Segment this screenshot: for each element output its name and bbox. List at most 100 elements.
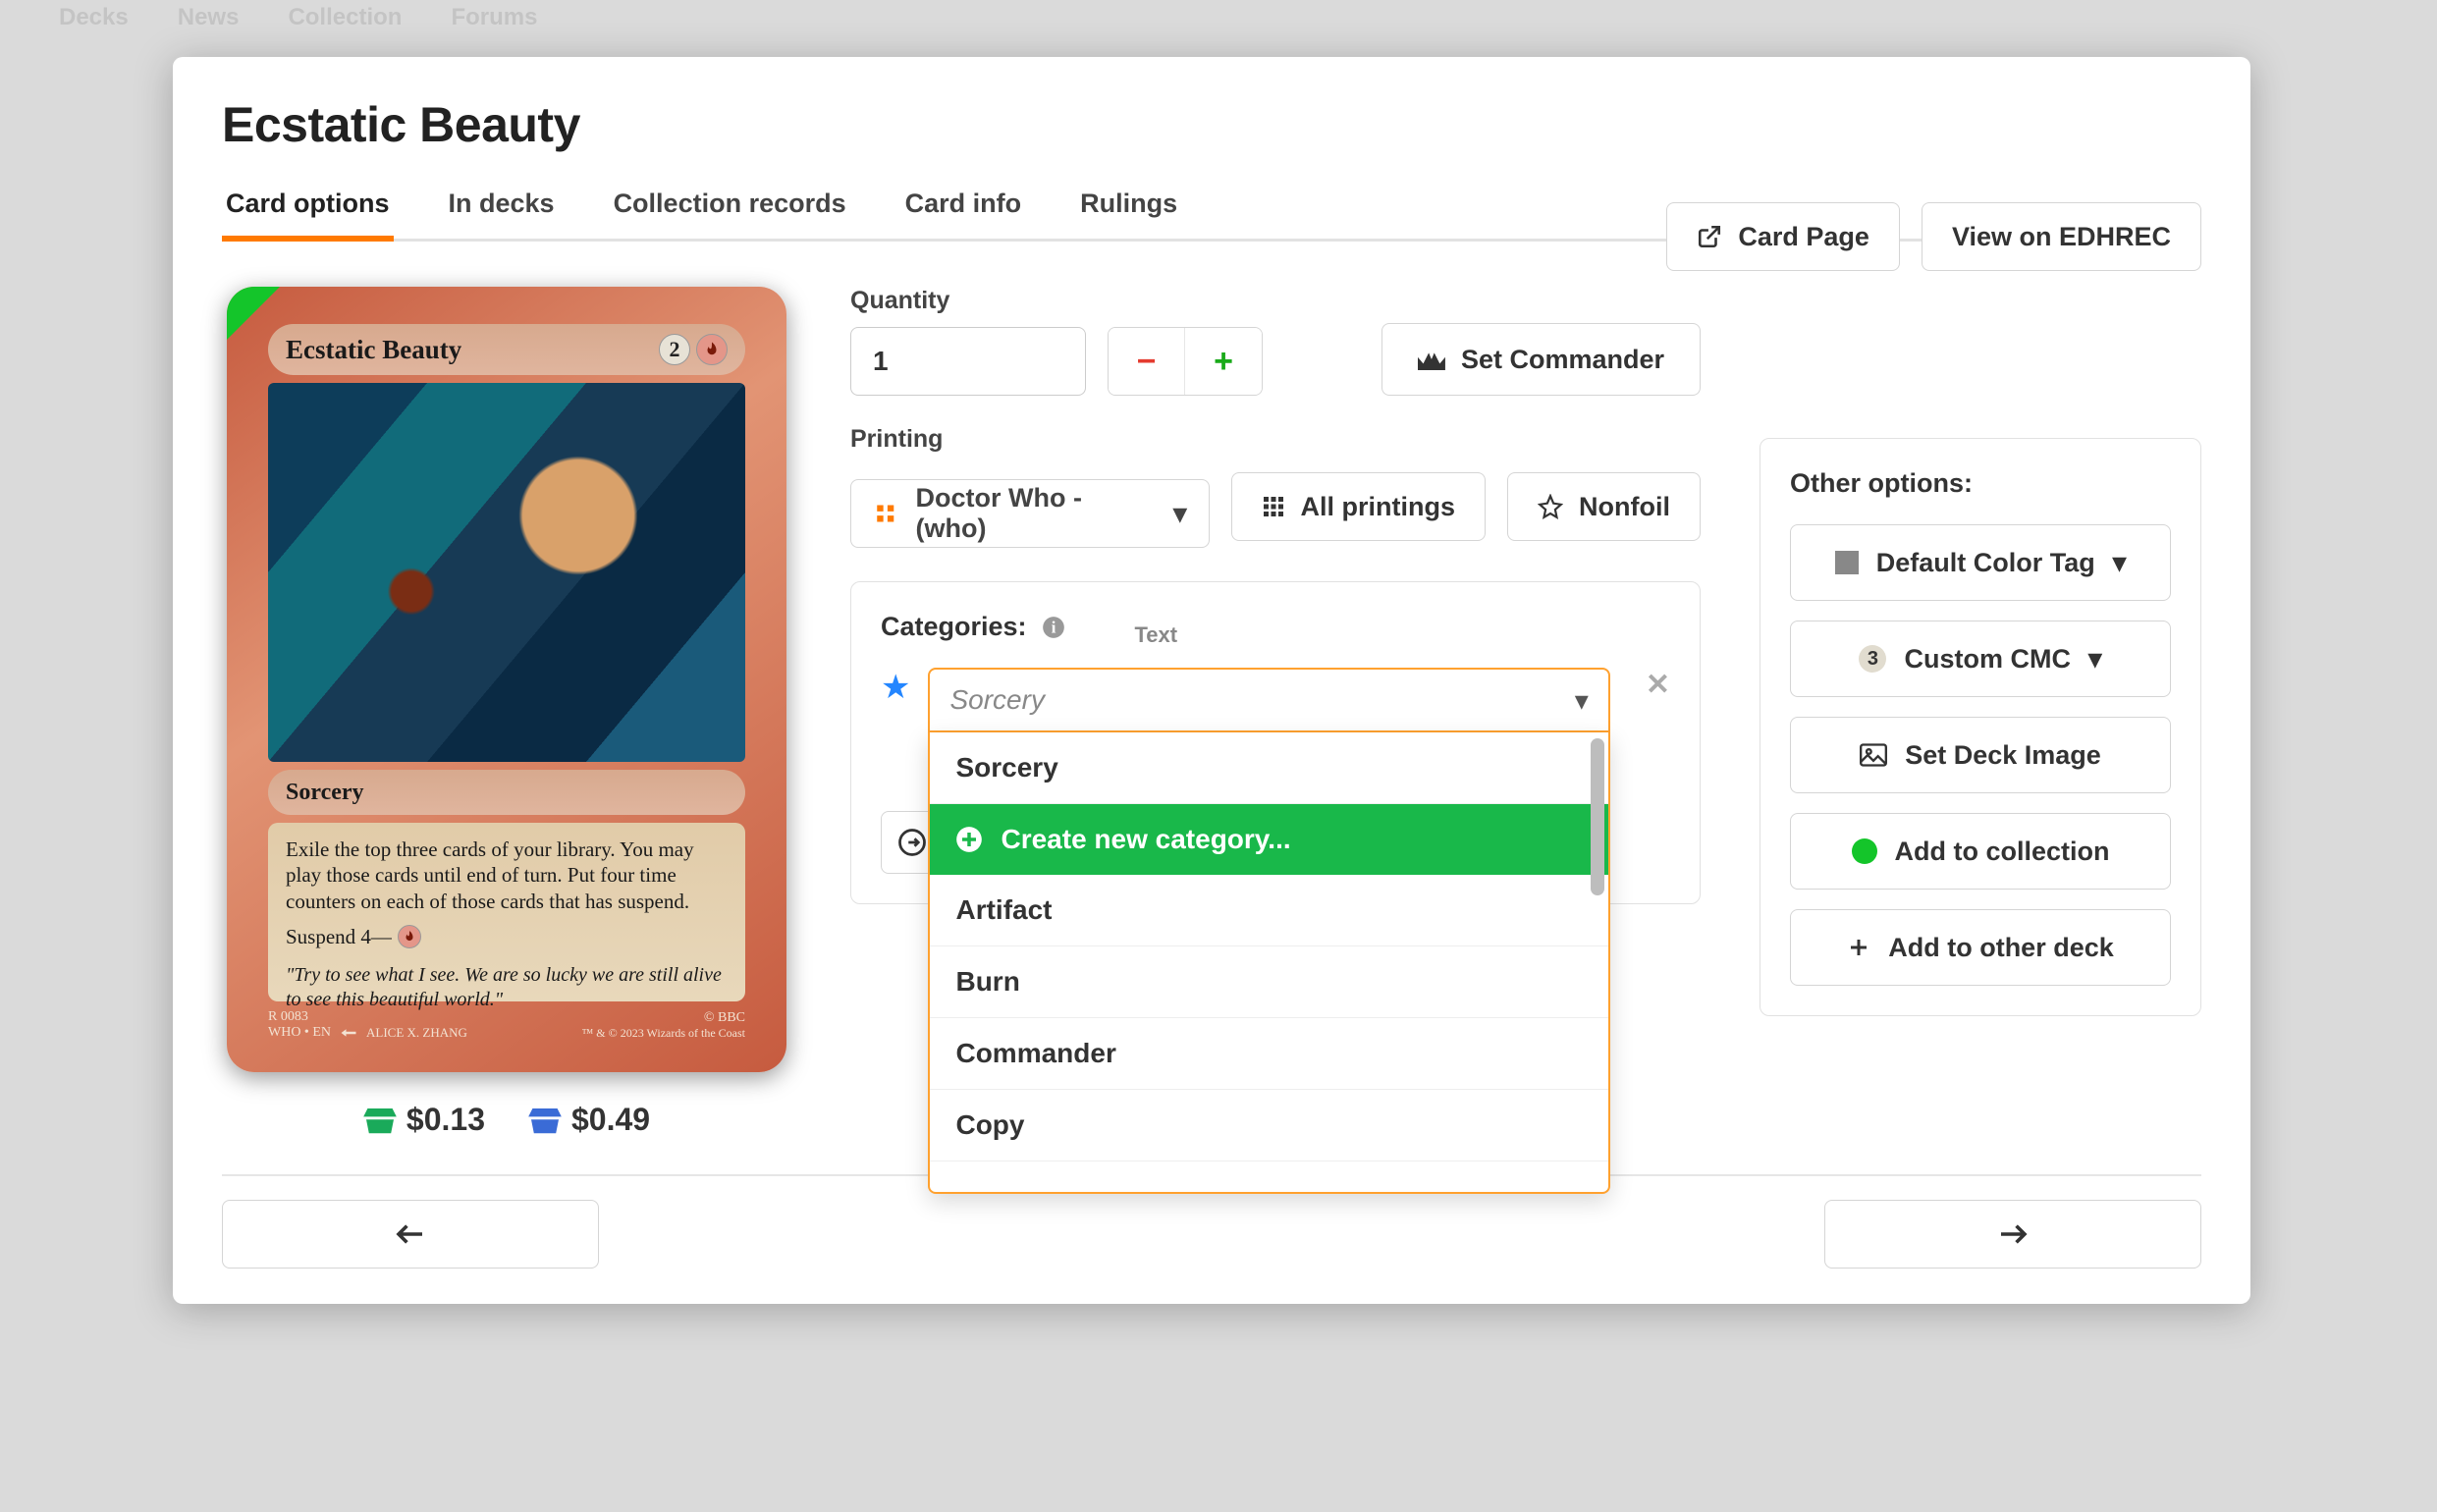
- card-name: Ecstatic Beauty: [286, 335, 461, 365]
- store-icon: [528, 1108, 562, 1136]
- custom-cmc-label: Custom CMC: [1904, 644, 2071, 675]
- price-mid[interactable]: $0.49: [528, 1102, 650, 1138]
- foil-label: Nonfoil: [1579, 492, 1670, 522]
- tab-card-options[interactable]: Card options: [222, 189, 394, 239]
- other-options-heading: Other options:: [1790, 468, 2171, 499]
- right-column: Other options: Default Color Tag ▾ 3 Cus…: [1760, 287, 2201, 1304]
- custom-cmc-button[interactable]: 3 Custom CMC ▾: [1790, 621, 2171, 697]
- dropdown-item-create-new[interactable]: Create new category...: [930, 804, 1607, 875]
- info-icon[interactable]: i: [1041, 615, 1066, 640]
- artist-name: ALICE X. ZHANG: [366, 1025, 467, 1041]
- all-printings-button[interactable]: All printings: [1231, 472, 1487, 541]
- color-tag-label: Default Color Tag: [1876, 548, 2095, 578]
- quantity-minus-button[interactable]: −: [1109, 328, 1185, 395]
- color-tag-button[interactable]: Default Color Tag ▾: [1790, 524, 2171, 601]
- other-options-panel: Other options: Default Color Tag ▾ 3 Cus…: [1760, 438, 2201, 1016]
- categories-heading: Categories: i: [881, 612, 1670, 642]
- next-card-button[interactable]: [1824, 1200, 2201, 1269]
- card-preview-column: Ecstatic Beauty 2 Sorcery Exile the top …: [222, 287, 791, 1304]
- collector-number: R 0083: [268, 1009, 467, 1025]
- set-deck-image-button[interactable]: Set Deck Image: [1790, 717, 2171, 793]
- category-input[interactable]: Sorcery ▾: [928, 668, 1609, 732]
- page-title: Ecstatic Beauty: [222, 96, 2201, 153]
- set-commander-button[interactable]: Set Commander: [1381, 323, 1701, 396]
- tab-card-info[interactable]: Card info: [901, 189, 1026, 239]
- arrow-left-icon: [396, 1222, 425, 1246]
- header-actions: Card Page View on EDHREC: [1666, 202, 2201, 271]
- card-title-bar: Ecstatic Beauty 2: [268, 324, 745, 375]
- svg-text:i: i: [1051, 618, 1056, 636]
- copyright-wotc: ™ & © 2023 Wizards of the Coast: [582, 1026, 745, 1041]
- tab-rulings[interactable]: Rulings: [1076, 189, 1181, 239]
- price-low[interactable]: $0.13: [363, 1102, 485, 1138]
- remove-category-button[interactable]: ✕: [1646, 668, 1670, 702]
- tab-in-decks[interactable]: In decks: [445, 189, 559, 239]
- dropdown-hint: Text: [1134, 622, 1177, 648]
- quantity-input[interactable]: [850, 327, 1086, 396]
- set-symbol-icon: [873, 501, 898, 526]
- add-to-other-deck-button[interactable]: Add to other deck: [1790, 909, 2171, 986]
- arrow-right-icon: [1998, 1222, 2028, 1246]
- edhrec-button[interactable]: View on EDHREC: [1922, 202, 2201, 271]
- color-swatch-icon: [1835, 551, 1859, 574]
- add-to-collection-button[interactable]: Add to collection: [1790, 813, 2171, 890]
- prev-card-button[interactable]: [222, 1200, 599, 1269]
- card-text-box: Exile the top three cards of your librar…: [268, 823, 745, 1001]
- plus-icon: [1847, 936, 1870, 959]
- center-column: Quantity − + Set Commander Printing: [850, 287, 1701, 1304]
- category-dropdown: Sorcery Create new category... Artifact …: [928, 732, 1609, 1194]
- price-row: $0.13 $0.49: [363, 1102, 650, 1138]
- image-icon: [1860, 743, 1887, 767]
- card-page-label: Card Page: [1738, 222, 1869, 252]
- other-deck-label: Add to other deck: [1888, 933, 2114, 963]
- cmc-badge: 3: [1859, 645, 1886, 673]
- all-printings-label: All printings: [1301, 492, 1456, 522]
- dropdown-item-burn[interactable]: Burn: [930, 946, 1607, 1018]
- chevron-down-icon: ▾: [1173, 499, 1187, 529]
- quantity-plus-button[interactable]: +: [1185, 328, 1262, 395]
- category-combobox: Text Sorcery ▾ Sorcery Create new catego…: [928, 668, 1609, 732]
- modal-header: Ecstatic Beauty Card options In decks Co…: [173, 57, 2250, 242]
- set-lang: WHO • EN: [268, 1025, 331, 1041]
- chevron-down-icon: ▾: [2088, 644, 2102, 675]
- crown-icon: [1418, 349, 1445, 370]
- quantity-stepper: − +: [1108, 327, 1263, 396]
- dropdown-item-sorcery[interactable]: Sorcery: [930, 732, 1607, 804]
- card-rules-text: Exile the top three cards of your librar…: [286, 837, 728, 914]
- modal-pagination: [222, 1200, 2201, 1269]
- mana-cost: 2: [659, 334, 728, 365]
- edhrec-label: View on EDHREC: [1952, 222, 2171, 252]
- dropdown-scrollbar[interactable]: [1591, 738, 1604, 895]
- deck-image-label: Set Deck Image: [1905, 740, 2101, 771]
- dropdown-item-copy[interactable]: Copy: [930, 1090, 1607, 1161]
- foil-toggle-button[interactable]: Nonfoil: [1507, 472, 1701, 541]
- grid-icon: [1262, 495, 1285, 518]
- store-icon: [363, 1108, 397, 1136]
- card-face: Ecstatic Beauty 2 Sorcery Exile the top …: [241, 300, 773, 1058]
- printing-select[interactable]: Doctor Who - (who) ▾: [850, 479, 1210, 548]
- category-placeholder: Sorcery: [949, 684, 1044, 716]
- modal-body: Ecstatic Beauty 2 Sorcery Exile the top …: [173, 242, 2250, 1304]
- dropdown-item-artifact[interactable]: Artifact: [930, 875, 1607, 946]
- quantity-label: Quantity: [850, 287, 1263, 315]
- brush-icon: [341, 1028, 356, 1038]
- printing-label: Printing: [850, 425, 1701, 454]
- category-row: ★ Text Sorcery ▾ Sorcery Create n: [881, 668, 1670, 732]
- dropdown-item-commander[interactable]: Commander: [930, 1018, 1607, 1090]
- tab-collection-records[interactable]: Collection records: [610, 189, 850, 239]
- card-art: [268, 383, 745, 762]
- star-outline-icon: [1538, 494, 1563, 519]
- card-collector-line: R 0083 WHO • EN ALICE X. ZHANG © BBC ™ &…: [268, 1005, 745, 1045]
- mana-red-icon: [696, 334, 728, 365]
- mana-generic: 2: [659, 334, 690, 365]
- card-modal: Ecstatic Beauty Card options In decks Co…: [173, 57, 2250, 1304]
- mana-red-icon: [398, 925, 421, 948]
- primary-category-star-icon[interactable]: ★: [881, 668, 910, 707]
- plus-circle-arrow-icon: [897, 828, 927, 857]
- chevron-down-icon: ▾: [2113, 548, 2127, 578]
- copyright-bbc: © BBC: [582, 1010, 745, 1026]
- suspend-text: Suspend 4—: [286, 924, 392, 949]
- set-commander-label: Set Commander: [1461, 345, 1664, 375]
- card-page-button[interactable]: Card Page: [1666, 202, 1900, 271]
- card-image[interactable]: Ecstatic Beauty 2 Sorcery Exile the top …: [227, 287, 786, 1072]
